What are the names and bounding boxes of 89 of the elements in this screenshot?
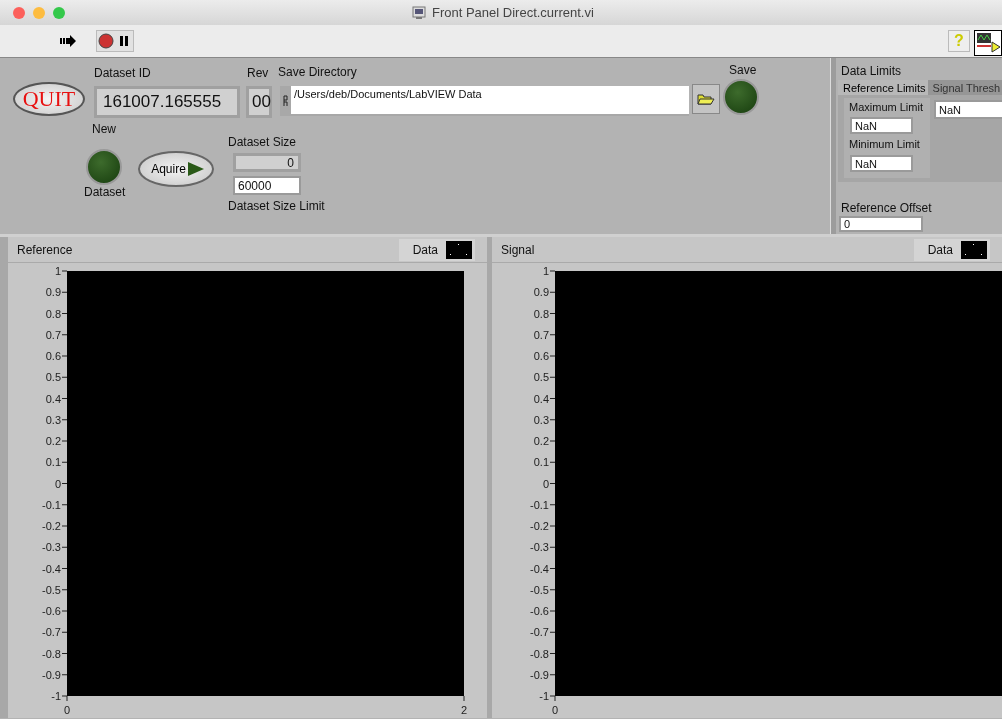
quit-button[interactable]: QUIT [13, 82, 85, 116]
tick-label: -0.6 [530, 605, 549, 617]
tick-label: 0.5 [533, 371, 549, 384]
tick-label: -0.5 [530, 583, 549, 596]
tick-label: 0.1 [533, 456, 549, 469]
graph-title: Signal [500, 242, 535, 257]
maximum-limit-field[interactable]: NaN [850, 117, 913, 134]
tick-label: -0.9 [530, 668, 549, 681]
plot-legend[interactable]: Data [913, 238, 990, 261]
dataset-label: Dataset [84, 185, 126, 199]
tick-label: -0.8 [530, 647, 549, 660]
tick-label: -0.5 [42, 583, 61, 596]
dataset-id-indicator: 161007.165555 [94, 86, 240, 118]
tick-label: -0.3 [42, 541, 61, 554]
signal-threshold-field[interactable]: NaN [934, 100, 1002, 119]
abort-icon[interactable] [97, 31, 115, 51]
legend-label: Data [412, 242, 438, 257]
browse-button[interactable] [692, 84, 720, 114]
tick-label: -0.4 [530, 562, 549, 575]
tick-label: 0.3 [45, 413, 61, 426]
tick-label: 0.8 [45, 307, 61, 320]
tick-label: -0.2 [42, 520, 61, 532]
tick-label: 2 [460, 704, 468, 716]
tick-label: -0.7 [530, 626, 549, 639]
legend-label: Data [927, 242, 953, 257]
tick-label: 0.6 [45, 350, 61, 362]
rev-label: Rev [247, 66, 269, 80]
tick-label: 1 [542, 265, 549, 277]
dataset-id-label: Dataset ID [94, 66, 151, 80]
tick-label: 0 [542, 477, 549, 490]
tick-label: -0.7 [42, 626, 61, 639]
tick-label: 0.4 [45, 392, 61, 405]
tick-label: -0.8 [42, 647, 61, 660]
new-label: New [92, 122, 116, 136]
tick-label: 0.4 [533, 392, 549, 405]
dataset-size-label: Dataset Size [228, 135, 297, 149]
tick-label: -0.1 [530, 498, 549, 511]
tick-label: 0 [63, 704, 71, 716]
tick-label: 0.7 [533, 328, 549, 341]
tick-label: 0.2 [533, 435, 549, 447]
tab[interactable]: Reference Limits [838, 80, 928, 95]
reference-offset-field[interactable]: 0 [839, 216, 923, 232]
dataset-size-limit-field[interactable]: 60000 [233, 176, 301, 195]
minimum-limit-label: Minimum Limit [849, 138, 920, 150]
tick-label: 0.6 [533, 350, 549, 362]
window-title: Front Panel Direct.current.vi [432, 5, 594, 20]
minimum-limit-field[interactable]: NaN [850, 155, 913, 172]
tick-label: 0.2 [45, 435, 61, 447]
dataset-size-limit-label: Dataset Size Limit [228, 199, 325, 213]
tick-label: 0.8 [533, 307, 549, 320]
save-directory-label: Save Directory [278, 65, 357, 79]
tick-label: 0 [551, 704, 559, 716]
path-field[interactable]: /Users/deb/Documents/LabVIEW Data [280, 86, 689, 116]
reference-offset-label: Reference Offset [841, 201, 932, 215]
tab[interactable]: Signal Thresh [927, 80, 1002, 95]
maximum-limit-label: Maximum Limit [849, 101, 923, 113]
acquire-button[interactable]: Aquire [138, 151, 214, 187]
tick-label: -0.2 [530, 520, 549, 532]
tick-label: -0.1 [42, 498, 61, 511]
play-icon [186, 160, 205, 178]
save-label: Save [729, 63, 757, 77]
tick-label: 0.9 [45, 286, 61, 299]
tick-label: 0.3 [533, 413, 549, 426]
tick-label: 0.9 [533, 286, 549, 299]
tick-label: 0 [54, 477, 61, 490]
rev-indicator: 00 [246, 86, 272, 118]
run-arrow-icon[interactable] [59, 34, 77, 48]
dataset-size-indicator: 0 [233, 153, 301, 172]
tick-label: -0.3 [530, 541, 549, 554]
legend-swatch-icon [446, 240, 472, 259]
tick-label: 1 [54, 265, 61, 277]
tick-label: -1 [51, 690, 61, 702]
vi-icon[interactable] [974, 30, 1002, 56]
tick-label: -0.9 [42, 668, 61, 681]
save-led[interactable] [723, 79, 759, 115]
plot-legend[interactable]: Data [398, 238, 475, 261]
data-limits-label: Data Limits [841, 64, 902, 78]
tick-label: -0.6 [42, 605, 61, 617]
tick-label: -1 [539, 690, 549, 702]
new-dataset-led[interactable] [86, 149, 122, 185]
tick-label: 0.1 [45, 456, 61, 469]
x-axis [554, 695, 556, 702]
tick-label: -0.4 [42, 562, 61, 575]
legend-swatch-icon [961, 240, 987, 259]
window-icon [412, 5, 426, 20]
tick-label: 0.5 [45, 371, 61, 384]
tick-label: 0.7 [45, 328, 61, 341]
graph-title: Reference [16, 242, 73, 257]
folder-icon [697, 92, 715, 106]
